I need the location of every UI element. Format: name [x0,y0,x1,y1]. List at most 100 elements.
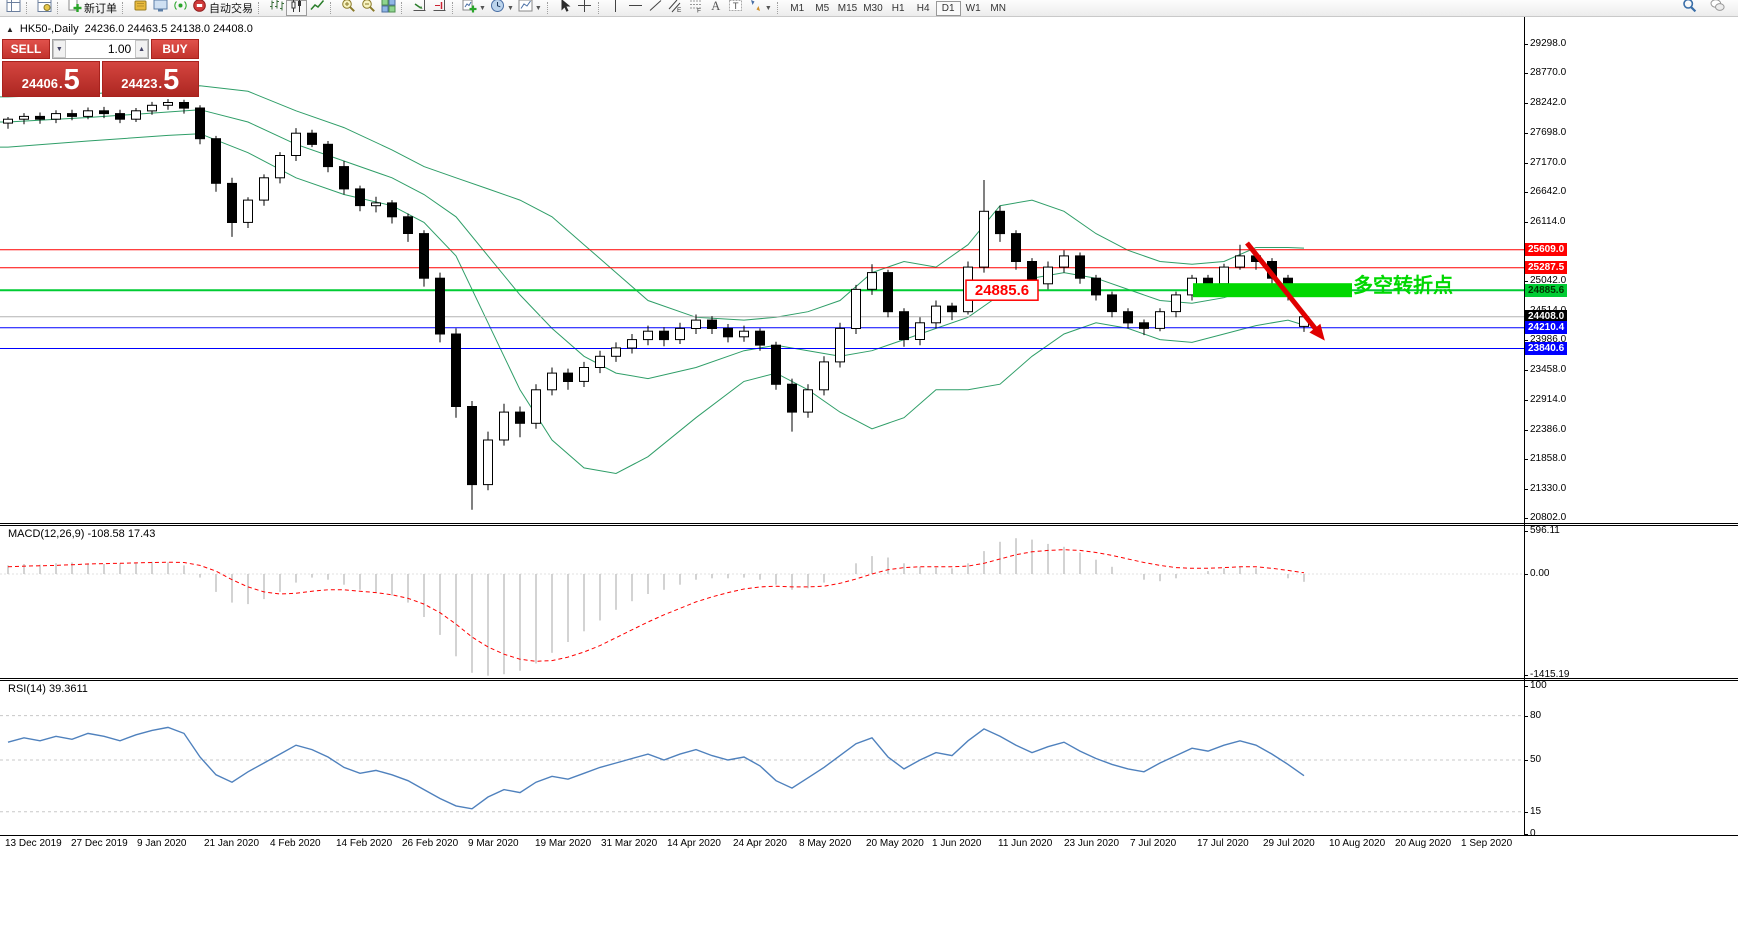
time-axis[interactable]: 13 Dec 2019 27 Dec 2019 9 Jan 2020 21 Jan 2… [0,838,1524,852]
zoom-out-button[interactable] [358,0,378,16]
periods-button[interactable]: ▼ [488,0,516,16]
arrows-button[interactable]: ▼ [746,0,774,16]
timeframe-M1-button[interactable]: M1 [785,1,810,16]
auto-scroll-icon [412,0,427,18]
time-axis-line [0,835,1738,836]
history-center-button[interactable] [130,0,150,16]
chat-button[interactable] [1707,0,1727,16]
one-click-trading-panel: SELL ▼ ▲ BUY 24406.5 24423.5 [2,39,199,97]
chevron-down-icon: ▼ [534,4,542,12]
candle [995,210,1005,235]
candlestick-chart-button[interactable] [286,0,307,16]
candle [403,216,413,235]
sell-button[interactable]: SELL [2,39,50,59]
rsi-axis-label: 80 [1530,710,1542,721]
candle [627,339,637,349]
trendline-button[interactable] [646,0,666,16]
axis-tick-label: 21858.0 [1530,453,1567,464]
candle [275,155,285,179]
one-click-collapse-icon[interactable]: ▲ [6,25,14,34]
candle [515,411,525,424]
auto-scroll-button[interactable] [409,0,429,16]
candle [1155,311,1165,329]
candle [787,383,797,413]
zoom-in-icon [341,0,356,18]
cursor-button[interactable] [555,0,575,16]
axis-tick [1524,73,1528,74]
chart-shift-button[interactable] [429,0,449,16]
text-button[interactable]: A [706,0,726,16]
text-label-button[interactable]: T [726,0,746,16]
market-watch-button[interactable] [3,0,23,16]
turning-point-zone[interactable] [1193,283,1352,298]
data-window-button[interactable] [34,0,54,16]
signals-button[interactable] [170,0,190,16]
axis-tick [1524,686,1528,687]
date-label: 24 Apr 2020 [733,838,787,849]
rsi-label: RSI(14) 39.3611 [8,683,88,695]
candle [147,104,157,112]
candle [3,118,13,124]
toolbar-separator [26,2,31,14]
candle [675,327,685,341]
axis-tick [1524,44,1528,45]
indicators-button[interactable]: ▼ [460,0,488,16]
horizontal-line-button[interactable] [626,0,646,16]
toolbar-separator [452,2,457,14]
tile-windows-button[interactable] [378,0,398,16]
buy-price-button[interactable]: 24423. 5 [101,61,199,97]
search-button[interactable] [1679,0,1699,16]
rsi-line [7,726,1305,810]
date-label: 17 Jul 2020 [1197,838,1249,849]
metaeditor-button[interactable] [150,0,170,16]
zoom-in-button[interactable] [338,0,358,16]
periods-icon [490,0,505,18]
volume-increase-button[interactable]: ▲ [135,40,148,58]
line-chart-button[interactable] [307,0,327,16]
crosshair-button[interactable] [575,0,595,16]
toolbar-separator [546,2,552,14]
candle [51,113,61,120]
axis-tick [1524,489,1528,490]
axis-tick-label: 28770.0 [1530,67,1567,78]
timeframe-MN-button[interactable]: MN [986,1,1011,16]
volume-input[interactable] [65,40,136,58]
new-order-button[interactable]: 新订单 [65,0,119,16]
history-center-icon [133,0,148,18]
timeframe-M5-button[interactable]: M5 [810,1,835,16]
price-level-badge: 24885.6 [1525,284,1568,297]
templates-button[interactable]: ▼ [516,0,544,16]
timeframe-M30-button[interactable]: M30 [860,1,885,16]
chevron-down-icon: ▼ [764,4,772,12]
timeframe-M15-button[interactable]: M15 [835,1,860,16]
candle [611,347,621,357]
axis-tick [1524,430,1528,431]
price-chart-canvas[interactable]: 24885.6 多空转折点 [0,17,1524,523]
fibonacci-button[interactable]: F [686,0,706,16]
bar-chart-button[interactable] [266,0,286,16]
buy-button[interactable]: BUY [151,39,199,59]
toolbar-separator [57,2,62,14]
candle [835,327,845,363]
axis-tick-label: 29298.0 [1530,38,1567,49]
timeframe-H4-button[interactable]: H4 [911,1,936,16]
timeframe-W1-button[interactable]: W1 [961,1,986,16]
date-label: 23 Jun 2020 [1064,838,1120,849]
sell-price-button[interactable]: 24406. 5 [2,61,100,97]
timeframe-D1-button[interactable]: D1 [935,0,961,16]
volume-decrease-button[interactable]: ▼ [53,40,66,58]
candle [99,110,109,115]
price-level-badge: 23840.6 [1525,342,1568,355]
timeframe-H1-button[interactable]: H1 [886,1,911,16]
candle [931,305,941,324]
axis-tick-label: 21330.0 [1530,483,1567,494]
vertical-line-button[interactable] [606,0,626,16]
toolbar: 新订单 自动交易 ▼ ▼ ▼ E F A T ▼ M1 M5 M15 M30 H1 H4 D1 W1 MN [0,0,1738,17]
candle [1219,266,1229,285]
equidistant-channel-button[interactable]: E [666,0,686,16]
auto-trading-button[interactable]: 自动交易 [190,0,255,16]
candle [339,166,349,190]
price-axis-line [1524,17,1525,835]
date-label: 9 Mar 2020 [468,838,519,849]
turning-point-note[interactable]: 多空转折点 [1353,273,1453,297]
